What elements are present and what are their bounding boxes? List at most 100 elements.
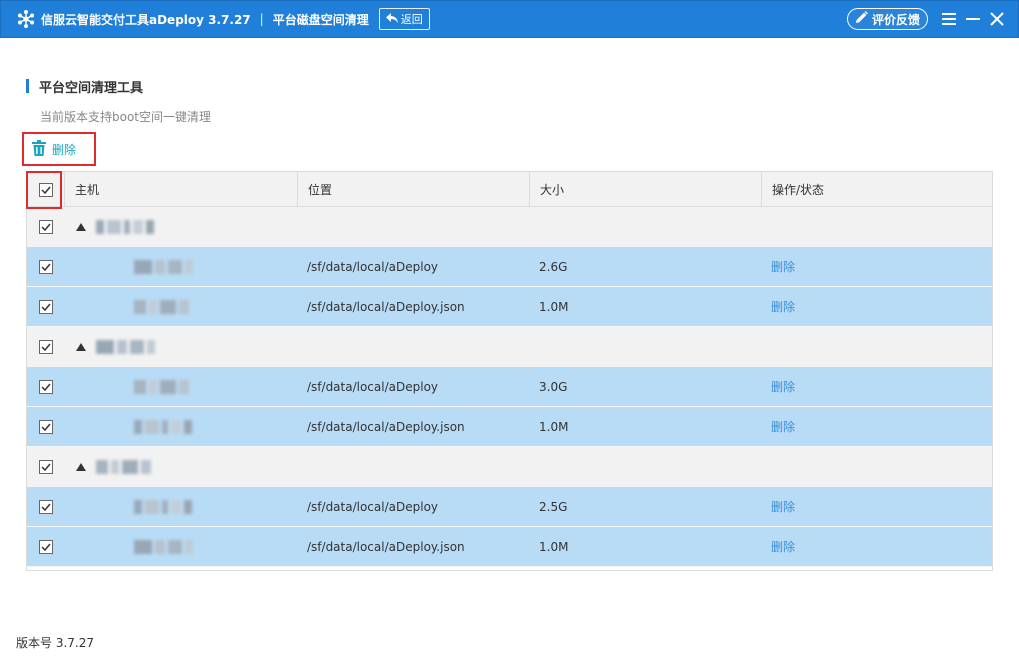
group-checkbox[interactable]	[38, 460, 53, 474]
row-checkbox[interactable]	[38, 259, 53, 274]
row-host-cell	[64, 527, 297, 567]
group-empty-cell	[529, 207, 761, 247]
back-button-label: 返回	[400, 13, 423, 26]
row-path: /sf/data/local/aDeploy.json	[307, 539, 465, 554]
redacted-host-name	[134, 259, 193, 274]
group-checkbox[interactable]	[38, 340, 53, 354]
row-checkbox-cell	[27, 487, 64, 527]
check-icon	[40, 463, 51, 471]
row-checkbox[interactable]	[38, 299, 53, 314]
row-checkbox[interactable]	[38, 419, 53, 434]
title-bar: 信服云智能交付工具aDeploy 3.7.27 | 平台磁盘空间清理 返回 评价…	[0, 0, 1019, 38]
redacted-host-name	[96, 220, 154, 234]
table-row[interactable]: /sf/data/local/aDeploy 3.0G 删除	[27, 367, 992, 407]
group-empty-cell	[297, 327, 529, 367]
check-icon	[40, 263, 51, 271]
table-group-row[interactable]	[27, 207, 992, 247]
group-checkbox-cell	[27, 327, 64, 367]
row-delete-link[interactable]: 删除	[771, 498, 795, 515]
row-checkbox[interactable]	[38, 379, 53, 394]
version-label: 版本号 3.7.27	[16, 636, 94, 650]
table-group-row[interactable]	[27, 327, 992, 367]
caret-icon[interactable]	[76, 223, 86, 231]
group-checkbox-cell	[27, 447, 64, 487]
check-icon	[40, 423, 51, 431]
check-icon	[40, 223, 51, 231]
table-row[interactable]: /sf/data/local/aDeploy 2.5G 删除	[27, 487, 992, 527]
row-delete-link[interactable]: 删除	[771, 418, 795, 435]
row-path: /sf/data/local/aDeploy	[307, 499, 439, 514]
row-checkbox-cell	[27, 407, 64, 447]
row-host-cell	[64, 367, 297, 407]
group-empty-cell	[761, 207, 992, 247]
redacted-host-name	[96, 460, 151, 474]
row-host-cell	[64, 407, 297, 447]
table-row[interactable]: /sf/data/local/aDeploy.json 1.0M 删除	[27, 287, 992, 327]
row-size: 1.0M	[539, 539, 569, 554]
row-action-cell: 删除	[761, 287, 992, 327]
check-icon	[40, 383, 51, 391]
column-host: 主机	[64, 172, 297, 207]
delete-button[interactable]: 删除	[22, 132, 96, 166]
cleanup-table: 主机 位置 大小 操作/状态 /sf/data/local/aDeploy 2.6…	[26, 171, 993, 571]
column-path: 位置	[297, 172, 529, 207]
group-checkbox-cell	[27, 207, 64, 247]
row-host-cell	[64, 247, 297, 287]
row-delete-link[interactable]: 删除	[771, 298, 795, 315]
column-size: 大小	[529, 172, 761, 207]
row-host-cell	[64, 487, 297, 527]
check-icon	[40, 543, 51, 551]
row-checkbox[interactable]	[38, 539, 53, 554]
row-delete-link[interactable]: 删除	[771, 378, 795, 395]
redacted-host-name	[134, 499, 192, 514]
select-all-checkbox[interactable]	[38, 182, 53, 197]
row-action-cell: 删除	[761, 487, 992, 527]
row-action-cell: 删除	[761, 407, 992, 447]
table-row[interactable]: /sf/data/local/aDeploy.json 1.0M 删除	[27, 527, 992, 567]
section-accent-bar	[26, 79, 29, 93]
row-checkbox-cell	[27, 287, 64, 327]
close-icon[interactable]	[988, 10, 1006, 28]
row-path: /sf/data/local/aDeploy.json	[307, 299, 465, 314]
feedback-button[interactable]: 评价反馈	[846, 8, 928, 30]
section-title: 平台空间清理工具	[26, 78, 143, 96]
caret-icon[interactable]	[76, 343, 86, 351]
check-icon	[40, 186, 51, 194]
minimize-icon[interactable]	[964, 10, 982, 28]
group-host-cell	[64, 207, 297, 247]
group-empty-cell	[297, 207, 529, 247]
table-group-row[interactable]	[27, 447, 992, 487]
table-header: 主机 位置 大小 操作/状态	[27, 172, 992, 207]
back-button[interactable]: 返回	[378, 8, 430, 30]
group-empty-cell	[761, 447, 992, 487]
row-delete-link[interactable]: 删除	[771, 258, 795, 275]
row-action-cell: 删除	[761, 527, 992, 567]
row-host-cell	[64, 287, 297, 327]
caret-icon[interactable]	[76, 463, 86, 471]
redacted-host-name	[134, 299, 189, 314]
row-checkbox-cell	[27, 247, 64, 287]
trash-icon	[32, 139, 52, 159]
row-path: /sf/data/local/aDeploy	[307, 259, 439, 274]
back-arrow-icon	[385, 12, 401, 27]
redacted-host-name	[134, 539, 193, 554]
row-action-cell: 删除	[761, 367, 992, 407]
table-row[interactable]: /sf/data/local/aDeploy 2.6G 删除	[27, 247, 992, 287]
table-row[interactable]: /sf/data/local/aDeploy.json 1.0M 删除	[27, 407, 992, 447]
column-action-status: 操作/状态	[761, 172, 992, 207]
section-description: 当前版本支持boot空间一键清理	[40, 110, 212, 124]
group-checkbox[interactable]	[38, 220, 53, 234]
row-delete-link[interactable]: 删除	[771, 538, 795, 555]
redacted-host-name	[96, 340, 155, 354]
redacted-host-name	[134, 419, 192, 434]
row-size: 2.6G	[539, 259, 568, 274]
row-path: /sf/data/local/aDeploy	[307, 379, 439, 394]
check-icon	[40, 343, 51, 351]
page-name: 平台磁盘空间清理	[272, 12, 369, 27]
row-checkbox-cell	[27, 527, 64, 567]
group-empty-cell	[297, 447, 529, 487]
row-checkbox[interactable]	[38, 499, 53, 514]
menu-icon[interactable]	[940, 10, 958, 28]
snowflake-logo-icon	[15, 8, 37, 30]
select-all-cell	[27, 172, 64, 207]
